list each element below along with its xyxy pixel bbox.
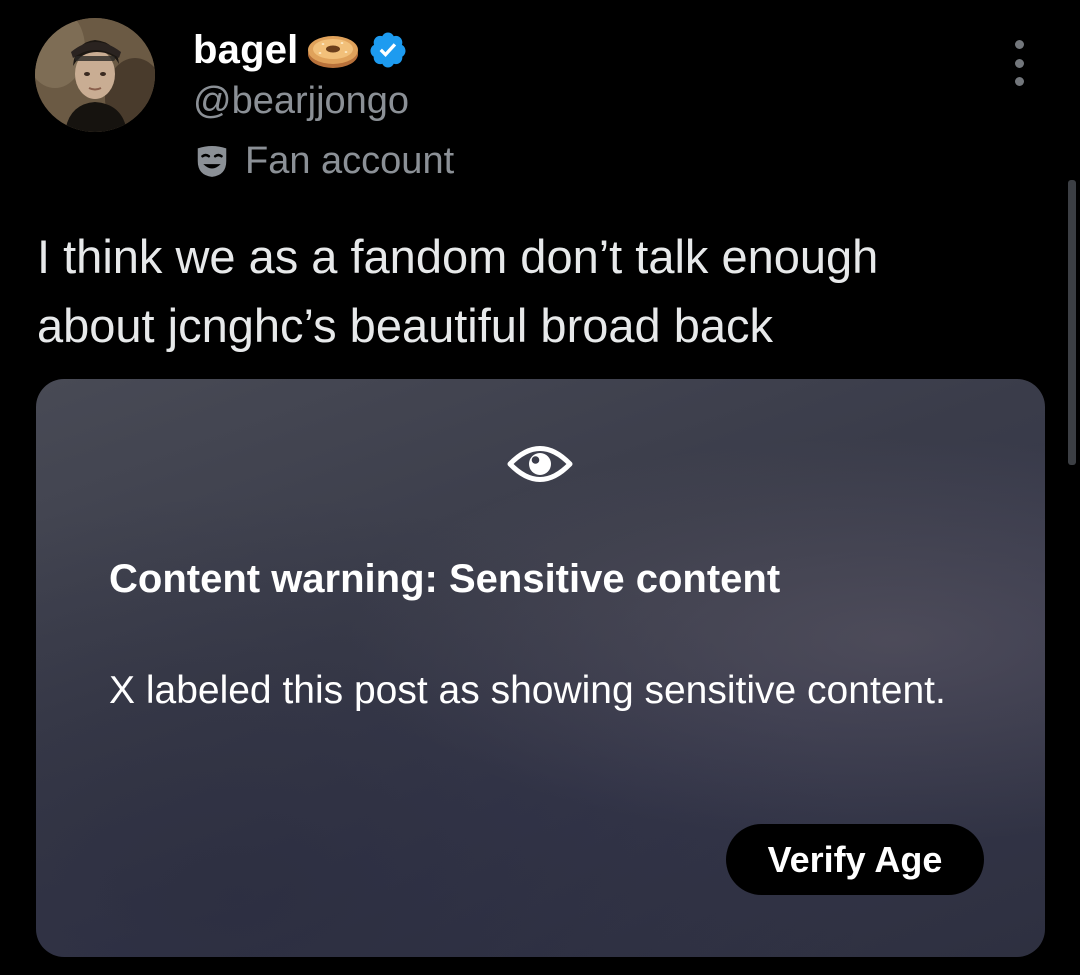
more-options-icon-dot: [1014, 58, 1024, 68]
more-options-button[interactable]: [1004, 40, 1034, 86]
verified-badge-icon[interactable]: [368, 30, 408, 70]
bagel-emoji-icon: [308, 36, 359, 68]
affiliation-label: Fan account: [245, 139, 455, 182]
sensitive-media-card: Content warning: Sensitive content X lab…: [36, 379, 1045, 957]
author-display-name[interactable]: bagel: [193, 28, 298, 73]
warning-body: X labeled this post as showing sensitive…: [109, 669, 946, 712]
more-options-icon: [1014, 40, 1024, 49]
post-text: I think we as a fandom don’t talk enough…: [37, 230, 879, 352]
avatar-photo: [35, 18, 155, 132]
eye-icon: [506, 437, 574, 491]
affiliation-label-row: Fan account: [193, 136, 454, 186]
avatar[interactable]: [35, 18, 155, 132]
theater-mask-icon: [197, 145, 227, 177]
author-handle[interactable]: @bearjjongo: [193, 80, 409, 123]
author-name-row[interactable]: bagel: [193, 22, 408, 78]
verify-age-button[interactable]: Verify Age: [726, 824, 984, 895]
warning-title: Content warning: Sensitive content: [109, 557, 781, 601]
more-options-icon-dot: [1014, 77, 1024, 86]
scrollbar[interactable]: [1068, 180, 1076, 465]
